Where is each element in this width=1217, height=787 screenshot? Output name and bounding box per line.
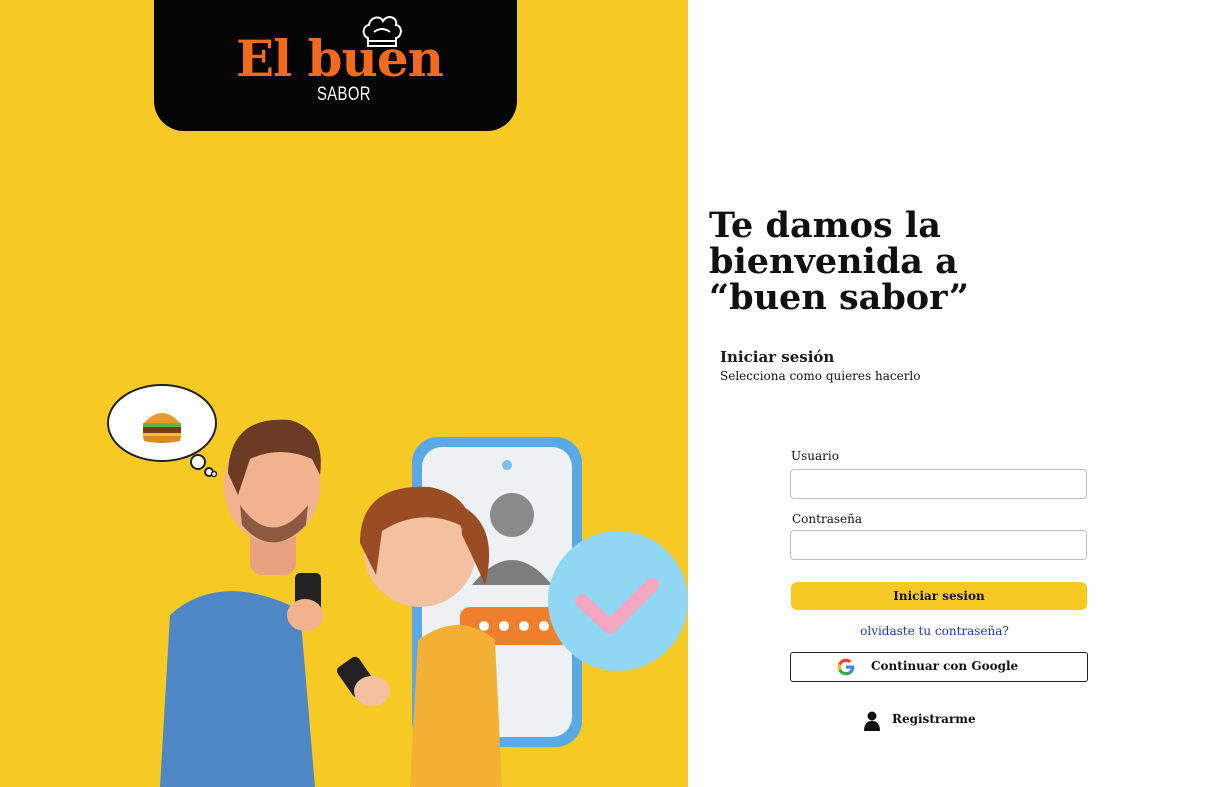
welcome-line-2: bienvenida a: [709, 241, 958, 282]
google-signin-label: Continuar con Google: [871, 659, 1019, 673]
welcome-line-3: “buen sabor”: [709, 277, 970, 318]
welcome-line-1: Te damos la: [709, 205, 941, 246]
man-figure: [160, 419, 323, 787]
forgot-password-link[interactable]: olvidaste tu contraseña?: [790, 624, 1079, 638]
user-icon: [864, 711, 880, 731]
logo-main-text: El buen: [236, 29, 444, 88]
login-subtitle: Selecciona como quieres hacerlo: [720, 369, 921, 383]
password-input[interactable]: [790, 530, 1087, 560]
welcome-heading: Te damos la bienvenida a “buen sabor”: [709, 208, 1039, 316]
login-button[interactable]: Iniciar sesion: [791, 582, 1087, 610]
brand-logo: El buen SABOR: [154, 0, 517, 131]
logo-sub-text: SABOR: [317, 84, 371, 105]
check-icon: [548, 531, 688, 671]
people-phone-illustration: [107, 384, 688, 787]
hero-panel: El buen SABOR: [0, 0, 688, 787]
google-icon: [837, 658, 855, 676]
register-label: Registrarme: [892, 712, 976, 726]
username-input[interactable]: [790, 469, 1087, 499]
login-title: Iniciar sesión: [720, 348, 835, 366]
password-label: Contraseña: [792, 512, 862, 526]
google-signin-button[interactable]: Continuar con Google: [790, 652, 1088, 682]
username-label: Usuario: [791, 449, 839, 463]
register-button[interactable]: Registrarme: [862, 709, 982, 733]
